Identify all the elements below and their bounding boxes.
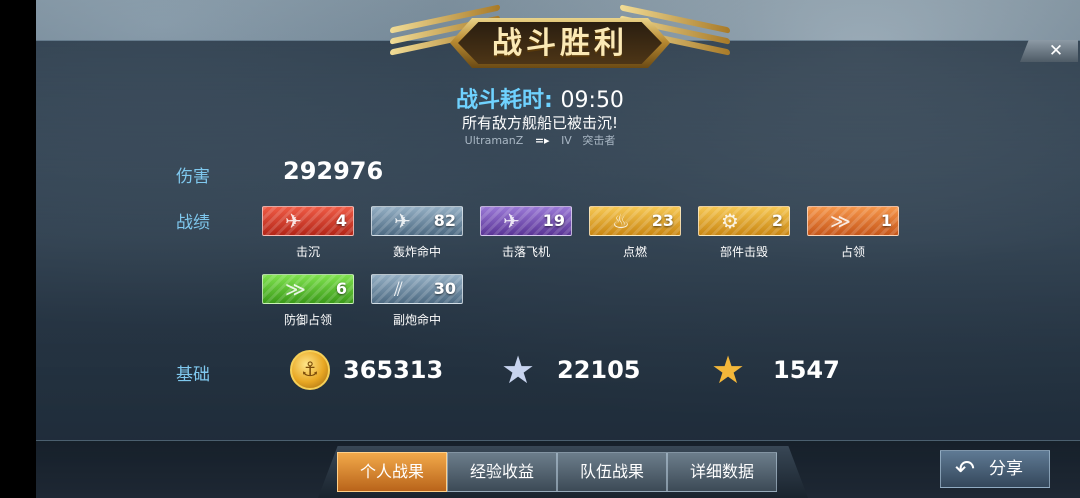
player-name: UltramanZ <box>464 134 524 147</box>
achievements-label: 战绩 <box>176 213 210 233</box>
bomber-icon: ✈ <box>394 209 411 233</box>
player-info: UltramanZ =▸ IV 突击者 <box>0 132 1080 148</box>
arrow-icon: =▸ <box>534 134 550 147</box>
captain-exp-star-icon: ★ <box>710 348 746 392</box>
chevron-icon: ≫ <box>830 209 851 233</box>
ship-class: 突击者 <box>582 134 616 147</box>
stat-planes-shot-down[interactable]: ✈ 19 击落飞机 <box>480 206 572 266</box>
tab-detailed-data[interactable]: 详细数据 <box>667 452 777 492</box>
coin-icon: ⚓ <box>290 350 330 390</box>
credits-value: 365313 <box>343 356 444 384</box>
duration-label: 战斗耗时: <box>456 88 553 113</box>
stat-sink[interactable]: ✈ 4 击沉 <box>262 206 354 266</box>
duration-value: 09:50 <box>560 88 624 113</box>
plane-down-icon: ✈ <box>503 209 520 233</box>
stat-module-destroyed[interactable]: ⚙ 2 部件击毁 <box>698 206 790 266</box>
back-arrow-icon: ↶ <box>955 455 976 483</box>
share-button[interactable]: ↶ 分享 <box>940 450 1050 488</box>
stat-defend-capture[interactable]: ≫ 6 防御占领 <box>262 274 354 334</box>
ship-tier: IV <box>561 134 572 147</box>
ship-sink-icon: ✈ <box>285 209 302 233</box>
captain-exp-value: 1547 <box>773 356 840 384</box>
stat-fires[interactable]: ♨ 23 点燃 <box>589 206 681 266</box>
battle-status: 所有敌方舰船已被击沉! <box>461 114 618 132</box>
stat-secondary-hits[interactable]: ⫽ 30 副炮命中 <box>371 274 463 334</box>
battle-duration: 战斗耗时: 09:50 <box>0 82 1080 114</box>
exp-star-icon: ★ <box>500 348 536 392</box>
tab-personal-results[interactable]: 个人战果 <box>337 452 447 492</box>
close-icon: ✕ <box>1048 41 1064 61</box>
stat-bomb-hits[interactable]: ✈ 82 轰炸命中 <box>371 206 463 266</box>
close-button[interactable]: ✕ <box>1020 40 1078 62</box>
stat-capture[interactable]: ≫ 1 占领 <box>807 206 899 266</box>
secondary-gun-icon: ⫽ <box>394 277 403 301</box>
page-title: 战斗胜利 <box>492 26 628 61</box>
exp-value: 22105 <box>557 356 641 384</box>
fire-icon: ♨ <box>612 209 630 233</box>
gear-icon: ⚙ <box>721 209 739 233</box>
tab-exp-gains[interactable]: 经验收益 <box>447 452 557 492</box>
base-label: 基础 <box>176 365 210 385</box>
chevron-icon: ≫ <box>285 277 306 301</box>
tab-team-results[interactable]: 队伍战果 <box>557 452 667 492</box>
screen-edge <box>0 0 36 498</box>
damage-value: 292976 <box>283 157 384 185</box>
damage-label: 伤害 <box>176 167 210 187</box>
